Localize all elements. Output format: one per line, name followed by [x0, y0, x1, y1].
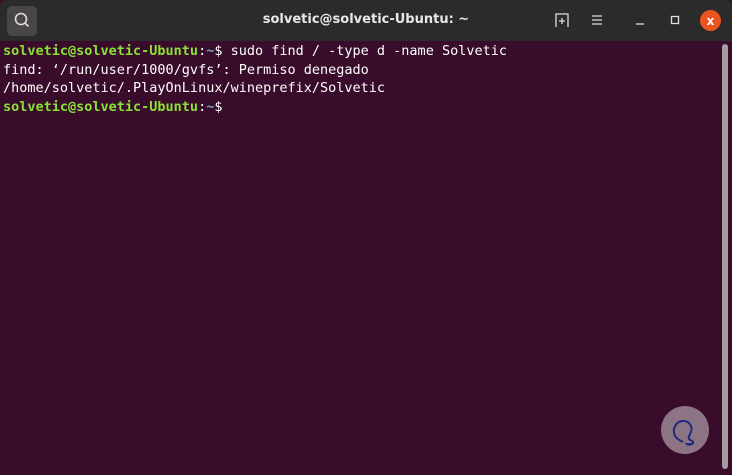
menu-button[interactable]: [586, 9, 608, 31]
new-tab-icon: [555, 13, 569, 27]
prompt-sep: :: [198, 98, 207, 115]
terminal-line: solvetic@solvetic-Ubuntu:~$: [3, 98, 718, 117]
prompt-user: solvetic@solvetic-Ubuntu: [3, 98, 199, 115]
maximize-button[interactable]: [664, 9, 686, 31]
terminal-output[interactable]: solvetic@solvetic-Ubuntu:~$ sudo find / …: [3, 42, 718, 116]
prompt-user: solvetic@solvetic-Ubuntu: [3, 43, 199, 59]
solvetic-logo-icon: [672, 419, 695, 446]
maximize-icon: [670, 15, 680, 25]
minimize-icon: [636, 23, 644, 25]
minimize-button[interactable]: [629, 9, 651, 31]
terminal-line: find: ‘/run/user/1000/gvfs’: Permiso den…: [3, 61, 369, 78]
prompt-sep: :: [198, 43, 207, 59]
close-icon: x: [706, 13, 715, 28]
new-tab-button[interactable]: [551, 9, 573, 31]
title-bar: solvetic@solvetic-Ubuntu: ~ x: [0, 0, 732, 41]
close-button[interactable]: x: [700, 10, 721, 31]
scrollbar[interactable]: [722, 44, 728, 469]
hamburger-icon: [592, 15, 602, 25]
window-title: solvetic@solvetic-Ubuntu: ~: [262, 12, 470, 27]
watermark-logo: [661, 406, 709, 454]
prompt-symbol: $: [214, 43, 231, 59]
prompt-symbol: $: [214, 98, 223, 115]
terminal-line: /home/solvetic/.PlayOnLinux/wineprefix/S…: [3, 80, 386, 96]
terminal-line: solvetic@solvetic-Ubuntu:~$ sudo find / …: [3, 42, 718, 61]
command-text: sudo find / -type d -name Solvetic: [230, 43, 507, 59]
